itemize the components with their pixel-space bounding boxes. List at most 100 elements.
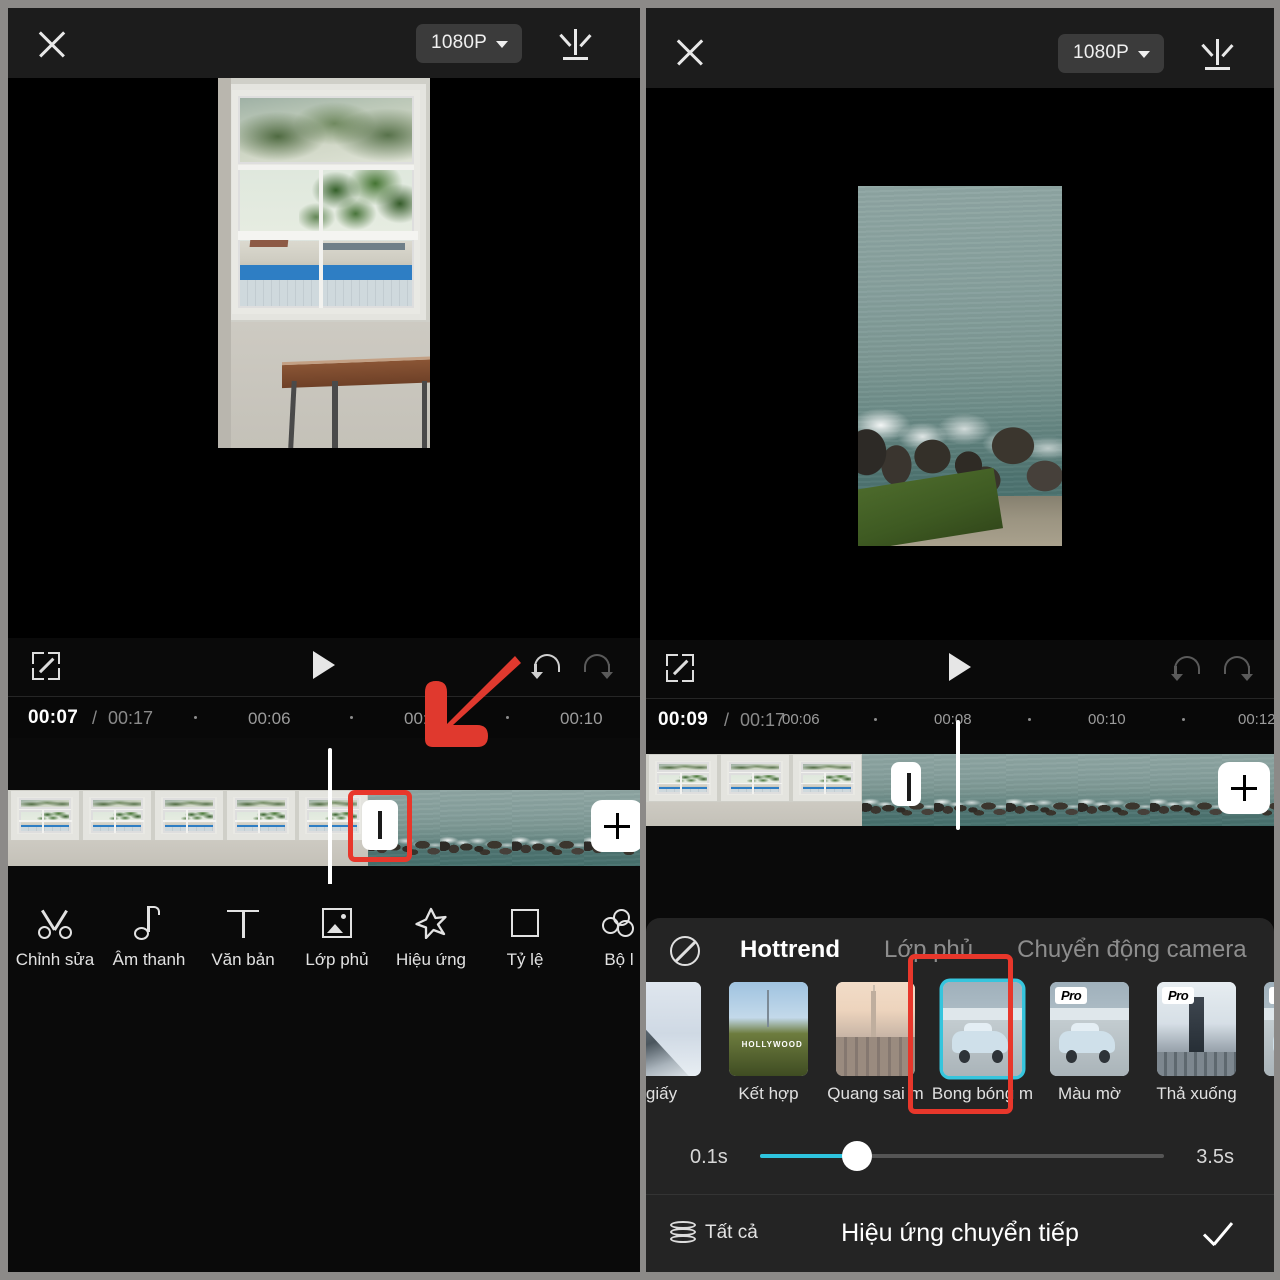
effect-label: Bong bóng m bbox=[929, 1084, 1036, 1104]
left-timeline-ruler[interactable]: 00:07 / 00:17 00:06 00:08 00:10 bbox=[8, 696, 640, 738]
clip-thumbnail[interactable] bbox=[440, 790, 512, 866]
clip-thumbnail[interactable] bbox=[8, 790, 80, 866]
add-clip-button[interactable] bbox=[1218, 762, 1270, 814]
effect-thumbnail-list[interactable]: giấy HOLLYWOOD Kết hợp Quang sai m Bong … bbox=[646, 982, 1274, 1122]
music-note-icon bbox=[102, 903, 196, 943]
right-video-preview[interactable] bbox=[646, 88, 1274, 640]
close-icon[interactable] bbox=[672, 34, 708, 70]
no-effect-icon[interactable] bbox=[670, 936, 700, 966]
undo-icon bbox=[1172, 654, 1202, 684]
ruler-tick: 00:06 bbox=[248, 709, 291, 729]
effect-row[interactable]: giấy HOLLYWOOD Kết hợp Quang sai m Bong … bbox=[646, 982, 1274, 1104]
confirm-check-icon[interactable] bbox=[1202, 1219, 1236, 1249]
play-icon[interactable] bbox=[949, 653, 971, 681]
tab-mo[interactable]: Mờ bbox=[1269, 936, 1274, 964]
tab-chuyen-dong-camera[interactable]: Chuyển động camera bbox=[995, 936, 1268, 964]
effect-item-bong-bong-mau[interactable]: Bong bóng m bbox=[929, 982, 1036, 1104]
slider-knob[interactable] bbox=[842, 1141, 872, 1171]
tool-van-ban[interactable]: Văn bản bbox=[196, 903, 290, 970]
clip-thumbnail[interactable] bbox=[646, 754, 718, 826]
ruler-dot bbox=[506, 716, 509, 719]
left-player-controls bbox=[8, 638, 640, 696]
tab-lop-phu[interactable]: Lớp phủ bbox=[862, 936, 995, 964]
expand-icon[interactable] bbox=[666, 654, 694, 682]
apply-all-button[interactable]: Tất cả bbox=[670, 1221, 758, 1245]
resolution-button[interactable]: 1080P bbox=[416, 24, 522, 63]
resolution-button[interactable]: 1080P bbox=[1058, 34, 1164, 73]
right-player-controls bbox=[646, 640, 1274, 698]
effect-item-tha-xuong[interactable]: Pro Thả xuống bbox=[1143, 982, 1250, 1104]
clip-thumbnail[interactable] bbox=[80, 790, 152, 866]
effect-item-giay[interactable]: giấy bbox=[646, 982, 715, 1104]
undo-icon[interactable] bbox=[532, 652, 562, 682]
right-timeline-ruler[interactable]: 00:09 / 00:17 00:06 00:08 00:10 00:12 bbox=[646, 698, 1274, 740]
current-time: 00:07 bbox=[28, 707, 78, 729]
time-separator: / bbox=[724, 710, 729, 731]
effect-item-mau-mo[interactable]: Pro Màu mờ bbox=[1036, 982, 1143, 1104]
effect-label: Thả xuống bbox=[1143, 1084, 1250, 1104]
transition-effects-sheet: Hottrend Lớp phủ Chuyển động camera Mờ g… bbox=[646, 918, 1274, 1272]
clip-thumbnail[interactable] bbox=[224, 790, 296, 866]
duration-slider-row[interactable]: 0.1s 3.5s bbox=[646, 1122, 1274, 1194]
upload-icon[interactable] bbox=[558, 26, 592, 62]
clip-thumbnail[interactable] bbox=[296, 790, 368, 866]
left-video-preview[interactable] bbox=[8, 78, 640, 638]
tool-label: Âm thanh bbox=[102, 950, 196, 970]
clip-thumbnail[interactable] bbox=[790, 754, 862, 826]
timeline-clip-strip[interactable] bbox=[646, 754, 1274, 826]
effect-thumbnail bbox=[836, 982, 915, 1076]
tool-bo-loc[interactable]: Bộ l bbox=[572, 903, 640, 970]
play-icon[interactable] bbox=[313, 651, 335, 679]
left-bottom-toolbar[interactable]: Chỉnh sửa Âm thanh Văn bản bbox=[8, 884, 640, 988]
tool-lop-phu[interactable]: Lớp phủ bbox=[290, 903, 384, 970]
left-timeline[interactable]: Chỉnh sửa Âm thanh Văn bản bbox=[8, 738, 640, 988]
chevron-down-icon bbox=[1138, 51, 1150, 58]
clip-thumbnail[interactable] bbox=[1150, 754, 1222, 826]
effect-category-tabs[interactable]: Hottrend Lớp phủ Chuyển động camera Mờ bbox=[646, 918, 1274, 982]
timeline-clip-strip[interactable] bbox=[8, 790, 640, 866]
duration-slider-track[interactable] bbox=[760, 1154, 1164, 1158]
right-timeline[interactable] bbox=[646, 740, 1274, 820]
effect-label: Kết hợp bbox=[715, 1084, 822, 1104]
slider-max-label: 3.5s bbox=[1196, 1146, 1234, 1169]
current-time: 00:09 bbox=[658, 709, 708, 731]
total-time: 00:17 bbox=[108, 708, 153, 729]
effect-thumbnail bbox=[943, 982, 1022, 1076]
tool-ty-le[interactable]: Tỷ lệ bbox=[478, 903, 572, 970]
tool-label: Hiệu ứng bbox=[384, 950, 478, 970]
effect-label: giấy bbox=[646, 1084, 715, 1104]
effect-item-ket-hop[interactable]: HOLLYWOOD Kết hợp bbox=[715, 982, 822, 1104]
clip-thumbnail[interactable] bbox=[934, 754, 1006, 826]
effect-item-quang-sai-mau[interactable]: Quang sai m bbox=[822, 982, 929, 1104]
effect-item-lam-net[interactable]: Pro Làm n bbox=[1250, 982, 1274, 1104]
clip-thumbnail[interactable] bbox=[152, 790, 224, 866]
clip-thumbnail[interactable] bbox=[1078, 754, 1150, 826]
redo-icon bbox=[1222, 654, 1252, 684]
effect-label: Làm n bbox=[1250, 1084, 1274, 1104]
add-clip-button[interactable] bbox=[591, 800, 640, 852]
tool-chinh-sua[interactable]: Chỉnh sửa bbox=[8, 903, 102, 970]
upload-icon[interactable] bbox=[1200, 36, 1234, 72]
transition-button[interactable] bbox=[891, 762, 921, 806]
clip-thumbnail[interactable] bbox=[512, 790, 584, 866]
aspect-ratio-icon bbox=[478, 903, 572, 943]
total-time: 00:17 bbox=[740, 710, 785, 731]
dual-screenshot-comparison: 1080P bbox=[0, 0, 1280, 1280]
tool-label: Văn bản bbox=[196, 950, 290, 970]
tool-label: Bộ l bbox=[572, 950, 640, 970]
ruler-dot bbox=[194, 716, 197, 719]
tab-hottrend[interactable]: Hottrend bbox=[718, 936, 862, 964]
tool-am-thanh[interactable]: Âm thanh bbox=[102, 903, 196, 970]
coastline-image bbox=[858, 186, 1062, 546]
ruler-dot bbox=[1028, 718, 1031, 721]
close-icon[interactable] bbox=[34, 26, 70, 62]
clip-thumbnail[interactable] bbox=[718, 754, 790, 826]
expand-icon[interactable] bbox=[32, 652, 60, 680]
transition-button[interactable] bbox=[362, 800, 398, 850]
clip-thumbnail[interactable] bbox=[1006, 754, 1078, 826]
sheet-title: Hiệu ứng chuyển tiếp bbox=[841, 1219, 1079, 1248]
ruler-dot bbox=[1182, 718, 1185, 721]
playhead[interactable] bbox=[956, 720, 960, 830]
tool-hieu-ung[interactable]: Hiệu ứng bbox=[384, 903, 478, 970]
tab-list[interactable]: Hottrend Lớp phủ Chuyển động camera Mờ bbox=[718, 918, 1274, 982]
